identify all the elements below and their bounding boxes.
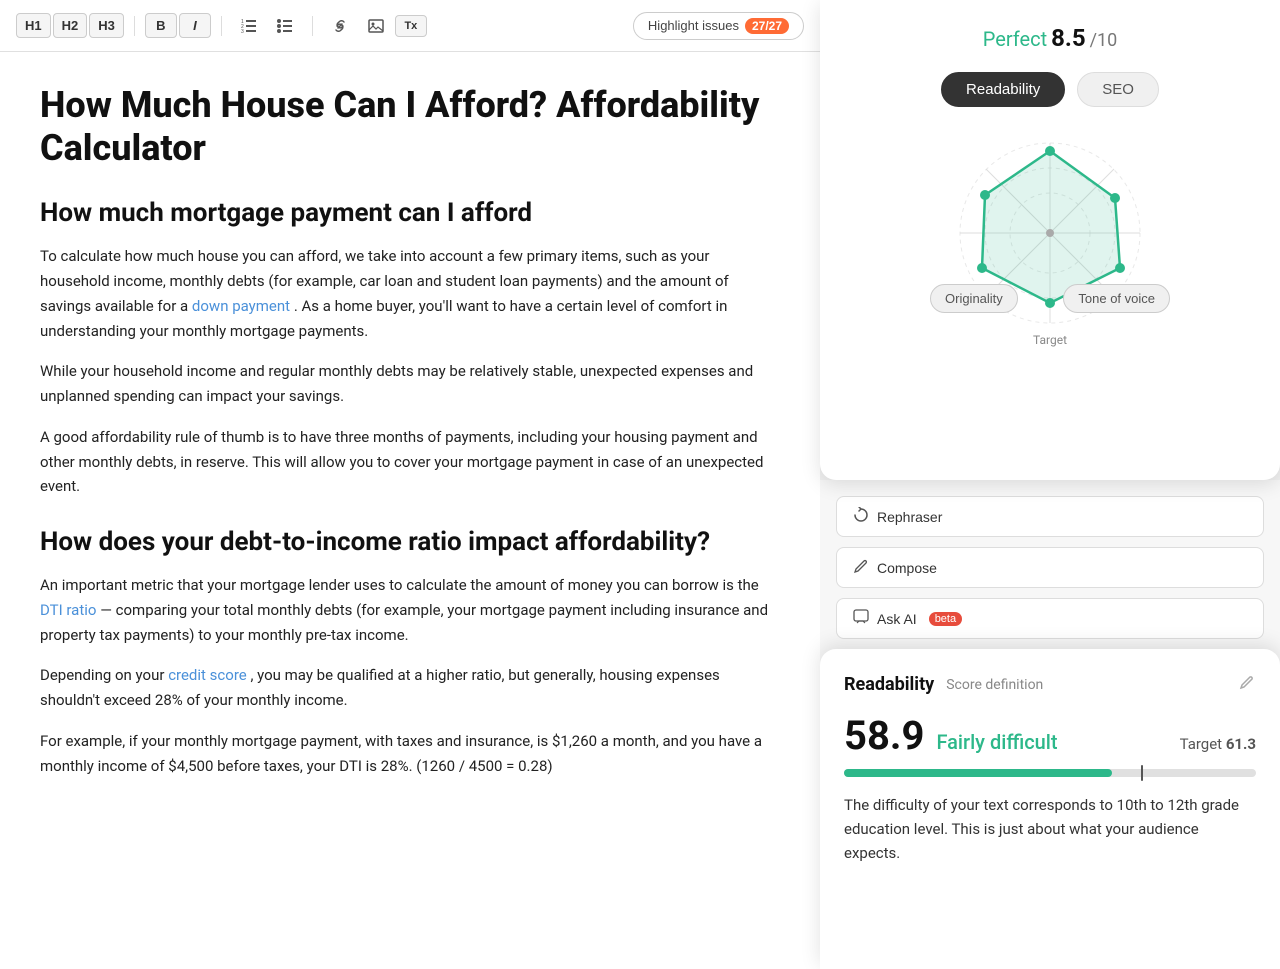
image-button[interactable] bbox=[359, 13, 393, 39]
readability-description: The difficulty of your text corresponds … bbox=[844, 793, 1256, 865]
readability-score-number: 58.9 bbox=[844, 712, 924, 759]
ask-ai-button[interactable]: Ask AI beta bbox=[836, 598, 1264, 639]
readability-panel-title: Readability bbox=[844, 674, 934, 695]
target-label: Target bbox=[1033, 333, 1067, 347]
ask-ai-icon bbox=[853, 609, 869, 628]
credit-score-link[interactable]: credit score bbox=[168, 666, 247, 684]
toolbar-separator-1 bbox=[134, 16, 135, 36]
ask-ai-badge: beta bbox=[929, 612, 962, 626]
h1-button[interactable]: H1 bbox=[16, 13, 51, 38]
format-group: B I bbox=[145, 13, 211, 38]
target-marker bbox=[1141, 765, 1143, 781]
score-label: Perfect bbox=[983, 27, 1047, 51]
readability-progress-bar bbox=[844, 769, 1256, 777]
article-title: How Much House Can I Afford? Affordabili… bbox=[40, 84, 780, 170]
editor-content[interactable]: How Much House Can I Afford? Affordabili… bbox=[0, 52, 820, 969]
radar-chart: Target Originality Tone of voice bbox=[940, 123, 1160, 343]
ordered-list-button[interactable]: 1 2 3 bbox=[232, 13, 266, 39]
insert-group: Tx bbox=[323, 13, 427, 39]
paragraph-3: A good affordability rule of thumb is to… bbox=[40, 425, 780, 499]
tab-readability[interactable]: Readability bbox=[941, 72, 1065, 107]
score-definition-link[interactable]: Score definition bbox=[946, 677, 1043, 693]
edit-icon[interactable] bbox=[1238, 673, 1256, 696]
tone-of-voice-button[interactable]: Tone of voice bbox=[1063, 284, 1170, 313]
dti-link[interactable]: DTI ratio bbox=[40, 601, 96, 619]
section-heading-1: How much mortgage payment can I afford bbox=[40, 198, 780, 228]
clear-format-button[interactable]: Tx bbox=[395, 15, 427, 37]
h2-button[interactable]: H2 bbox=[53, 13, 88, 38]
readability-panel-header: Readability Score definition bbox=[844, 673, 1256, 696]
toolbar: H1 H2 H3 B I 1 2 3 bbox=[0, 0, 820, 52]
unordered-list-button[interactable] bbox=[268, 13, 302, 39]
down-payment-link[interactable]: down payment bbox=[192, 297, 290, 315]
editor-container: H1 H2 H3 B I 1 2 3 bbox=[0, 0, 820, 969]
readability-target: Target 61.3 bbox=[1180, 735, 1256, 753]
score-overlay: Perfect 8.5 /10 Readability SEO bbox=[820, 0, 1280, 480]
paragraph-6: For example, if your monthly mortgage pa… bbox=[40, 729, 780, 779]
compose-icon bbox=[853, 558, 869, 577]
svg-text:3: 3 bbox=[241, 29, 244, 35]
toolbar-separator-2 bbox=[221, 16, 222, 36]
unordered-list-icon bbox=[276, 17, 294, 35]
paragraph-5: Depending on your credit score , you may… bbox=[40, 663, 780, 713]
progress-bar-fill bbox=[844, 769, 1112, 777]
ordered-list-icon: 1 2 3 bbox=[240, 17, 258, 35]
highlight-count: 27/27 bbox=[745, 18, 789, 34]
toolbar-separator-3 bbox=[312, 16, 313, 36]
highlight-issues-button[interactable]: Highlight issues 27/27 bbox=[633, 12, 804, 40]
h3-button[interactable]: H3 bbox=[89, 13, 124, 38]
highlight-label: Highlight issues bbox=[648, 18, 739, 33]
heading-group: H1 H2 H3 bbox=[16, 13, 124, 38]
tab-seo[interactable]: SEO bbox=[1077, 72, 1159, 107]
paragraph-2: While your household income and regular … bbox=[40, 359, 780, 409]
italic-button[interactable]: I bbox=[179, 13, 211, 38]
readability-difficulty-label: Fairly difficult bbox=[936, 730, 1057, 754]
originality-button[interactable]: Originality bbox=[930, 284, 1018, 313]
compose-button[interactable]: Compose bbox=[836, 547, 1264, 588]
link-icon bbox=[331, 17, 349, 35]
rephraser-button[interactable]: Rephraser bbox=[836, 496, 1264, 537]
paragraph-1: To calculate how much house you can affo… bbox=[40, 244, 780, 343]
score-max: /10 bbox=[1090, 30, 1118, 51]
image-icon bbox=[367, 17, 385, 35]
paragraph-4: An important metric that your mortgage l… bbox=[40, 573, 780, 647]
section-heading-2: How does your debt-to-income ratio impac… bbox=[40, 527, 780, 557]
score-value: 8.5 bbox=[1051, 24, 1086, 52]
list-group: 1 2 3 bbox=[232, 13, 302, 39]
readability-panel: Readability Score definition 58.9 Fairly… bbox=[820, 649, 1280, 969]
rephraser-icon bbox=[853, 507, 869, 526]
score-header: Perfect 8.5 /10 bbox=[844, 24, 1256, 52]
bold-button[interactable]: B bbox=[145, 13, 177, 38]
link-button[interactable] bbox=[323, 13, 357, 39]
score-tabs: Readability SEO bbox=[844, 72, 1256, 107]
readability-score-row: 58.9 Fairly difficult Target 61.3 bbox=[844, 712, 1256, 759]
